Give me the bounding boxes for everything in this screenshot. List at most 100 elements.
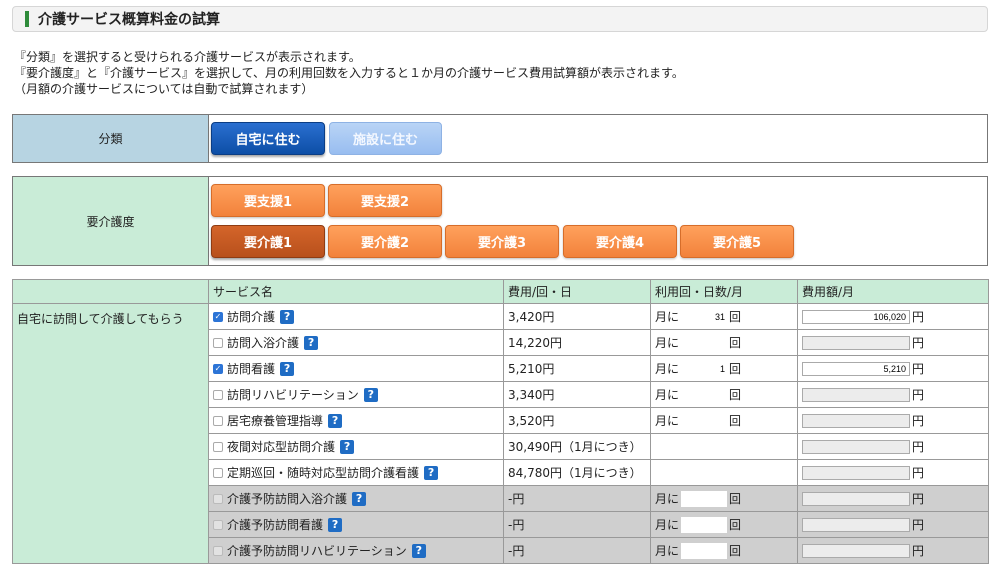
service-checkbox[interactable]: [213, 467, 223, 478]
usage-cell: [650, 433, 798, 460]
question-icon[interactable]: ?: [340, 439, 355, 454]
fee-cell: 円: [797, 303, 989, 330]
question-icon[interactable]: ?: [424, 465, 439, 480]
description: 『分類』を選択すると受けられる介護サービスが表示されます。 『要介護度』と『介護…: [14, 49, 684, 97]
question-icon[interactable]: ?: [352, 491, 367, 506]
question-icon[interactable]: ?: [363, 387, 378, 402]
service-cost: 14,220円: [503, 329, 651, 356]
service-checkbox[interactable]: [213, 441, 223, 452]
question-icon[interactable]: ?: [304, 335, 319, 350]
fee-cell: 円: [797, 329, 989, 356]
table-header-usage: 利用回・日数/月: [650, 279, 798, 304]
care-level-row: 要介護度 要支援1 要支援2 要介護1 要介護2 要介護3 要介護4 要介護5: [12, 176, 988, 266]
question-icon[interactable]: ?: [280, 309, 295, 324]
fee-output: [802, 439, 910, 454]
service-checkbox[interactable]: ✓: [213, 311, 223, 322]
fee-unit: 円: [912, 310, 925, 324]
service-checkbox[interactable]: [213, 545, 223, 556]
table-header-service: サービス名: [208, 279, 504, 304]
usage-cell: 月に 回: [650, 303, 798, 330]
service-name-cell: 訪問入浴介護?: [208, 329, 504, 356]
fee-cell: 円: [797, 459, 989, 486]
usage-cell: [650, 459, 798, 486]
service-cost: -円: [503, 537, 651, 564]
usage-suffix: 回: [729, 518, 742, 532]
service-name: 介護予防訪問入浴介護: [227, 492, 348, 506]
care-level-1-button[interactable]: 要介護1: [211, 225, 325, 258]
table-header-row: サービス名 費用/回・日 利用回・日数/月 費用額/月: [12, 279, 989, 304]
usage-suffix: 回: [729, 388, 742, 402]
service-checkbox[interactable]: [213, 493, 223, 504]
service-name: 介護予防訪問リハビリテーション: [227, 544, 407, 558]
usage-suffix: 回: [729, 414, 742, 428]
service-checkbox[interactable]: [213, 519, 223, 530]
usage-input[interactable]: [681, 490, 728, 507]
question-icon[interactable]: ?: [328, 413, 343, 428]
usage-input[interactable]: [681, 334, 728, 351]
usage-cell: 月に 回: [650, 329, 798, 356]
table-header-cost: 費用/回・日: [503, 279, 651, 304]
fee-unit: 円: [912, 518, 925, 532]
usage-input[interactable]: [681, 516, 728, 533]
category-options: 自宅に住む 施設に住む: [209, 115, 987, 162]
service-checkbox[interactable]: [213, 389, 223, 400]
table-row: 自宅に訪問して介護してもらう✓訪問介護?3,420円月に回円: [12, 303, 989, 564]
category-home-button[interactable]: 自宅に住む: [211, 122, 325, 155]
usage-input[interactable]: [681, 308, 728, 325]
service-cost: 5,210円: [503, 355, 651, 382]
fee-cell: 円: [797, 511, 989, 538]
usage-input[interactable]: [681, 412, 728, 429]
fee-unit: 円: [912, 492, 925, 506]
service-checkbox[interactable]: [213, 415, 223, 426]
usage-input[interactable]: [681, 542, 728, 559]
fee-output: [802, 387, 910, 402]
usage-suffix: 回: [729, 336, 742, 350]
question-icon[interactable]: ?: [328, 517, 343, 532]
fee-output: [802, 543, 910, 558]
care-level-5-button[interactable]: 要介護5: [680, 225, 794, 258]
service-name-cell: 居宅療養管理指導?: [208, 407, 504, 434]
fee-unit: 円: [912, 362, 925, 376]
usage-prefix: 月に: [655, 414, 680, 428]
fee-cell: 円: [797, 537, 989, 564]
usage-prefix: 月に: [655, 362, 680, 376]
fee-cell: 円: [797, 381, 989, 408]
fee-cell: 円: [797, 485, 989, 512]
service-name: 訪問看護: [227, 362, 276, 376]
service-name-cell: 介護予防訪問リハビリテーション?: [208, 537, 504, 564]
fee-cell: 円: [797, 407, 989, 434]
category-row: 分類 自宅に住む 施設に住む: [12, 114, 988, 163]
support-level-1-button[interactable]: 要支援1: [211, 184, 325, 217]
support-level-2-button[interactable]: 要支援2: [328, 184, 442, 217]
care-level-3-button[interactable]: 要介護3: [445, 225, 559, 258]
service-checkbox[interactable]: ✓: [213, 363, 223, 374]
care-level-2-button[interactable]: 要介護2: [328, 225, 442, 258]
fee-cell: 円: [797, 433, 989, 460]
service-cost: 3,340円: [503, 381, 651, 408]
service-name: 居宅療養管理指導: [227, 414, 324, 428]
service-name: 介護予防訪問看護: [227, 518, 324, 532]
fee-unit: 円: [912, 440, 925, 454]
service-name: 夜間対応型訪問介護: [227, 440, 336, 454]
usage-cell: 月に 回: [650, 511, 798, 538]
usage-input[interactable]: [681, 360, 728, 377]
category-facility-button[interactable]: 施設に住む: [329, 122, 442, 155]
usage-suffix: 回: [729, 544, 742, 558]
service-checkbox[interactable]: [213, 337, 223, 348]
service-table-body: 自宅に訪問して介護してもらう✓訪問介護?3,420円月に回円訪問入浴介護?14,…: [12, 303, 989, 564]
question-icon[interactable]: ?: [411, 543, 426, 558]
table-header-group: [12, 279, 209, 304]
service-name-cell: 介護予防訪問看護?: [208, 511, 504, 538]
service-cost: -円: [503, 485, 651, 512]
question-icon[interactable]: ?: [280, 361, 295, 376]
fee-unit: 円: [912, 466, 925, 480]
service-group-label: 自宅に訪問して介護してもらう: [12, 303, 209, 564]
usage-prefix: 月に: [655, 336, 680, 350]
care-level-4-button[interactable]: 要介護4: [563, 225, 677, 258]
service-name-cell: ✓ 訪問看護?: [208, 355, 504, 382]
service-name: 訪問入浴介護: [227, 336, 300, 350]
service-cost: 84,780円（1月につき）: [503, 459, 651, 486]
usage-input[interactable]: [681, 386, 728, 403]
fee-output: [802, 309, 910, 324]
usage-cell: 月に 回: [650, 537, 798, 564]
